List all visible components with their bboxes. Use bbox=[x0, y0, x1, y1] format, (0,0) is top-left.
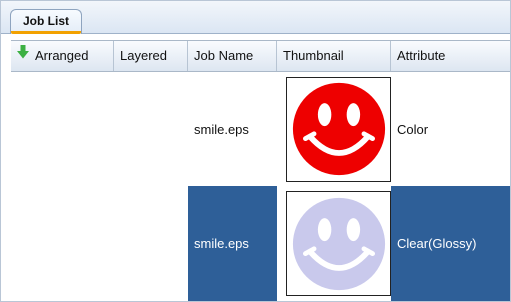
smiley-face-icon bbox=[292, 82, 385, 176]
column-header-job-name[interactable]: Job Name bbox=[188, 41, 277, 71]
column-header-arranged[interactable]: Arranged bbox=[11, 41, 114, 71]
column-label: Thumbnail bbox=[283, 48, 344, 63]
job-list-panel: Job List Arranged Layered Job Name Thumb… bbox=[0, 0, 511, 302]
cell-job-name[interactable]: smile.eps bbox=[188, 72, 277, 186]
tab-strip: Job List bbox=[1, 1, 510, 34]
sort-descending-icon bbox=[17, 40, 29, 70]
job-table: Arranged Layered Job Name Thumbnail Attr… bbox=[11, 40, 510, 301]
column-header-layered[interactable]: Layered bbox=[114, 41, 188, 71]
cell-layered[interactable] bbox=[114, 72, 188, 186]
cell-attribute[interactable]: Clear(Glossy) bbox=[391, 186, 510, 301]
column-label: Job Name bbox=[194, 48, 254, 63]
table-row[interactable]: smile.eps Color bbox=[11, 72, 510, 186]
cell-arranged[interactable] bbox=[11, 72, 114, 186]
active-tab-indicator bbox=[11, 31, 81, 34]
cell-thumbnail[interactable] bbox=[277, 72, 391, 186]
cell-attribute[interactable]: Color bbox=[391, 72, 510, 186]
table-row-selected[interactable]: smile.eps Clear(Glossy) bbox=[11, 186, 510, 301]
column-header-attribute[interactable]: Attribute bbox=[391, 41, 510, 71]
cell-thumbnail[interactable] bbox=[277, 186, 391, 301]
column-label: Arranged bbox=[35, 48, 89, 63]
thumbnail-frame bbox=[286, 76, 391, 182]
smiley-face-icon bbox=[292, 197, 385, 290]
table-header: Arranged Layered Job Name Thumbnail Attr… bbox=[11, 40, 510, 72]
cell-arranged[interactable] bbox=[11, 186, 114, 301]
cell-layered[interactable] bbox=[114, 186, 188, 301]
column-header-thumbnail[interactable]: Thumbnail bbox=[277, 41, 391, 71]
column-label: Attribute bbox=[397, 48, 446, 63]
thumbnail-frame bbox=[286, 191, 391, 296]
cell-job-name[interactable]: smile.eps bbox=[188, 186, 277, 301]
column-label: Layered bbox=[120, 48, 167, 63]
